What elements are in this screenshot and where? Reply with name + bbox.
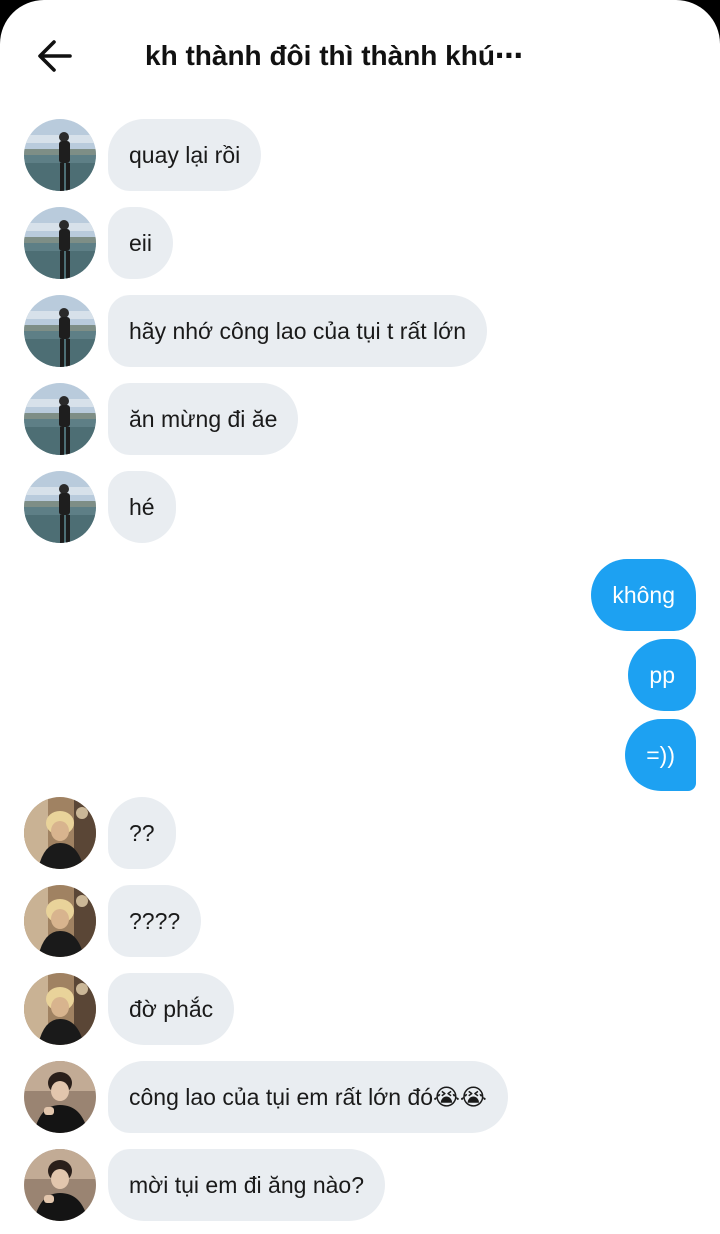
avatar-photo [24,383,96,455]
avatar[interactable] [24,1149,96,1221]
avatar[interactable] [24,973,96,1045]
chat-screen: kh thành đôi thì thành khú⋯ quay lại rồi… [0,0,720,1234]
incoming-message-bubble[interactable]: quay lại rồi [108,119,262,191]
avatar-photo [24,973,96,1045]
arrow-left-icon [38,40,72,72]
avatar-photo [24,797,96,869]
incoming-message-bubble[interactable]: công lao của tụi em rất lớn đó😭😭 [108,1061,508,1133]
incoming-message-bubble[interactable]: ăn mừng đi ăe [108,383,299,455]
outgoing-message-bubble[interactable]: không [591,559,696,631]
avatar-photo [24,471,96,543]
incoming-message-bubble[interactable]: hãy nhớ công lao của tụi t rất lớn [108,295,488,367]
avatar[interactable] [24,207,96,279]
incoming-message-bubble[interactable]: mời tụi em đi ăng nào? [108,1149,385,1221]
conversation-title[interactable]: kh thành đôi thì thành khú⋯ [145,36,523,76]
incoming-message-bubble[interactable]: đờ phắc [108,973,235,1045]
avatar[interactable] [24,1061,96,1133]
avatar-photo [24,1149,96,1221]
avatar-photo [24,1061,96,1133]
chat-header: kh thành đôi thì thành khú⋯ [0,0,720,110]
back-button[interactable] [34,36,78,76]
avatar-photo [24,207,96,279]
avatar[interactable] [24,797,96,869]
avatar-photo [24,885,96,957]
avatar[interactable] [24,471,96,543]
incoming-message-bubble[interactable]: eii [108,207,174,279]
outgoing-message-bubble[interactable]: =)) [625,719,696,791]
incoming-message-bubble[interactable]: ?? [108,797,176,869]
avatar-photo [24,119,96,191]
avatar[interactable] [24,885,96,957]
avatar[interactable] [24,383,96,455]
avatar[interactable] [24,119,96,191]
incoming-message-bubble[interactable]: ???? [108,885,202,957]
incoming-message-bubble[interactable]: hé [108,471,176,543]
avatar[interactable] [24,295,96,367]
avatar-photo [24,295,96,367]
outgoing-message-bubble[interactable]: pp [628,639,696,711]
